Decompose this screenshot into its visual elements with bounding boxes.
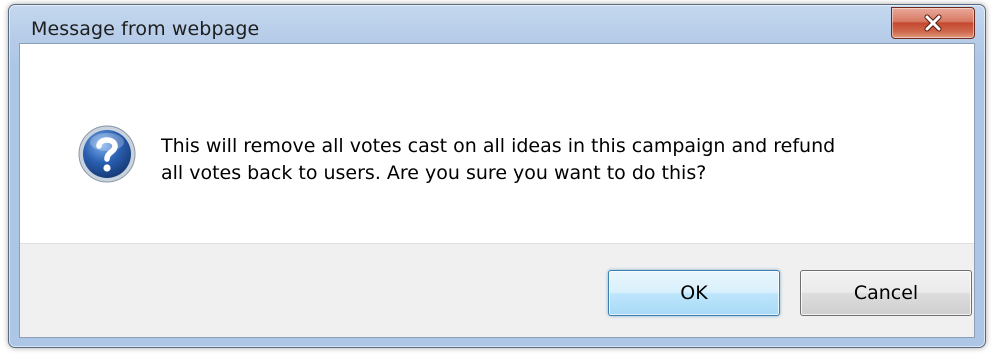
button-bar: OK Cancel — [20, 243, 974, 337]
question-icon — [77, 124, 137, 184]
ok-button[interactable]: OK — [608, 270, 780, 316]
title-bar[interactable]: Message from webpage — [9, 5, 985, 43]
message-text: This will remove all votes cast on all i… — [161, 135, 836, 184]
close-icon — [923, 14, 943, 32]
dialog-title: Message from webpage — [31, 18, 260, 40]
cancel-button[interactable]: Cancel — [800, 270, 972, 316]
message-area: This will remove all votes cast on all i… — [20, 44, 974, 243]
dialog-body: This will remove all votes cast on all i… — [19, 43, 975, 338]
close-button[interactable] — [891, 7, 975, 39]
dialog-window: Message from webpage This will remove al… — [8, 4, 986, 348]
